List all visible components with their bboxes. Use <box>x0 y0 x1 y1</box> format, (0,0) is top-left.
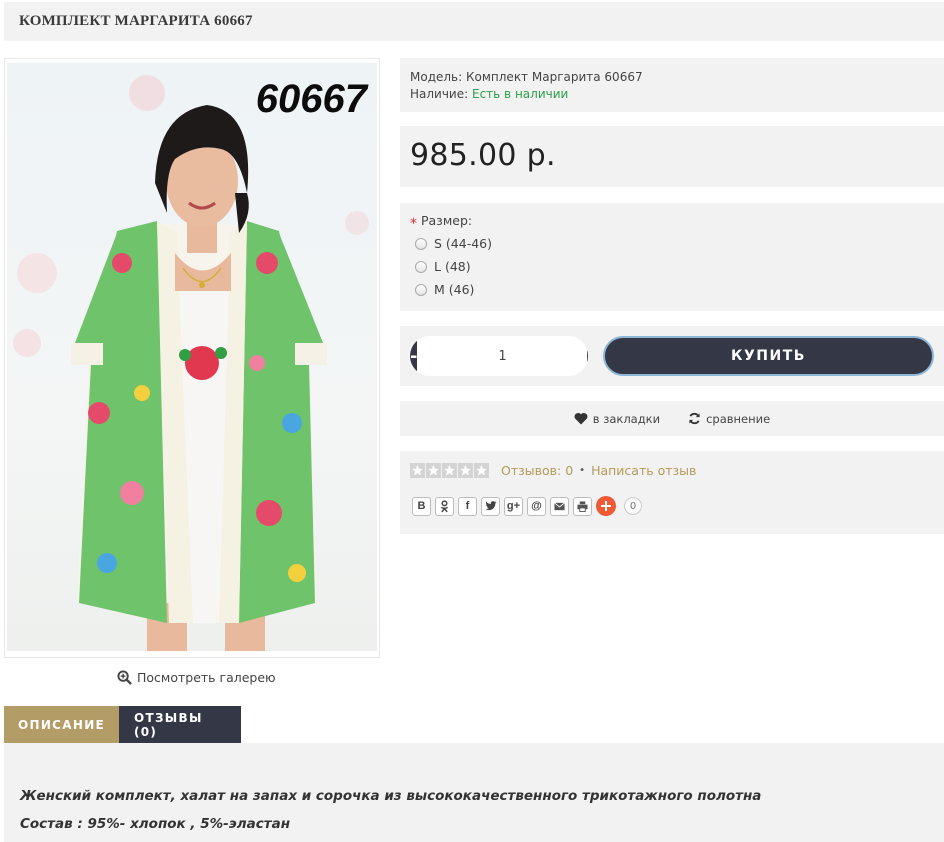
quantity-increase-button[interactable]: + <box>587 336 588 376</box>
compare-label: сравнение <box>706 411 771 426</box>
size-label: Размер: <box>420 213 473 228</box>
refresh-icon <box>689 412 700 425</box>
plus-icon <box>601 501 611 511</box>
rating-row: Отзывов: 0 • Написать отзыв <box>410 463 934 478</box>
size-options-panel: * Размер: S (44-46) L (48) M (46) <box>400 203 944 311</box>
product-photo[interactable]: 60667 <box>7 63 377 651</box>
title-bar: КОМПЛЕКТ МАРГАРИТА 60667 <box>4 2 944 41</box>
star-icon <box>442 463 457 478</box>
ok-share-button[interactable] <box>435 496 454 516</box>
size-option-l[interactable]: L (48) <box>410 258 934 275</box>
model-label: Модель: <box>410 70 463 84</box>
mailru-share-button[interactable]: @ <box>527 496 546 516</box>
reviews-share-panel: Отзывов: 0 • Написать отзыв В f g+ @ 0 <box>400 451 944 534</box>
description-text: Женский комплект, халат на запах и сороч… <box>20 788 762 804</box>
wishlist-link[interactable]: в закладки <box>574 412 660 426</box>
tab-description[interactable]: ОПИСАНИЕ <box>4 706 119 743</box>
product-title: КОМПЛЕКТ МАРГАРИТА 60667 <box>19 13 253 29</box>
cart-panel: - + КУПИТЬ <box>400 326 944 386</box>
tab-reviews[interactable]: ОТЗЫВЫ (0) <box>119 706 241 743</box>
star-icon <box>458 463 473 478</box>
print-icon <box>577 500 588 512</box>
product-info-panel: Модель: Комплект Маргарита 60667 Наличие… <box>400 58 944 112</box>
ok-icon <box>440 499 449 512</box>
more-share-button[interactable] <box>596 496 616 516</box>
facebook-share-button[interactable]: f <box>458 496 477 516</box>
quantity-input[interactable] <box>417 336 588 376</box>
view-gallery-link[interactable]: Посмотреть галерею <box>117 670 276 685</box>
mail-icon <box>554 501 565 510</box>
size-option-label: S (44-46) <box>434 236 492 251</box>
separator-dot: • <box>579 465 586 476</box>
size-option-s[interactable]: S (44-46) <box>410 235 934 252</box>
print-button[interactable] <box>573 496 592 516</box>
model-value: Комплект Маргарита 60667 <box>466 70 643 84</box>
twitter-share-button[interactable] <box>481 496 500 516</box>
share-buttons: В f g+ @ 0 <box>410 496 934 516</box>
buy-button[interactable]: КУПИТЬ <box>603 336 934 376</box>
rating-stars <box>410 463 489 478</box>
price-panel: 985.00 р. <box>400 126 944 187</box>
description-panel: Женский комплект, халат на запах и сороч… <box>4 743 944 842</box>
vk-share-button[interactable]: В <box>412 496 431 516</box>
gplus-share-button[interactable]: g+ <box>504 496 523 516</box>
required-marker: * <box>410 216 417 232</box>
product-tabs: ОПИСАНИЕ ОТЗЫВЫ (0) <box>4 706 241 743</box>
zoom-icon <box>117 670 132 685</box>
size-radio[interactable] <box>415 260 427 273</box>
size-radio[interactable] <box>415 283 427 296</box>
product-illustration <box>13 75 369 651</box>
composition-text: Состав : 95%- хлопок , 5%-эластан <box>20 816 291 832</box>
model-row: Модель: Комплект Маргарита 60667 <box>410 69 934 86</box>
wishlist-label: в закладки <box>592 411 661 426</box>
star-icon <box>474 463 489 478</box>
size-radio[interactable] <box>415 237 427 250</box>
product-image-box[interactable]: 60667 <box>4 58 380 658</box>
product-price: 985.00 р. <box>410 138 556 173</box>
compare-link[interactable]: сравнение <box>688 412 770 426</box>
email-share-button[interactable] <box>550 496 569 516</box>
star-icon <box>426 463 441 478</box>
quantity-stepper: - + <box>410 336 588 376</box>
size-option-m[interactable]: M (46) <box>410 281 934 298</box>
share-count-badge: 0 <box>624 497 642 515</box>
wishlist-compare-panel: в закладки сравнение <box>400 401 944 436</box>
view-gallery-label: Посмотреть галерею <box>137 670 276 685</box>
stock-label: Наличие: <box>410 87 469 101</box>
size-option-label: M (46) <box>434 282 475 297</box>
size-label-row: * Размер: <box>410 213 934 232</box>
write-review-link[interactable]: Написать отзыв <box>591 463 696 478</box>
reviews-count-link[interactable]: Отзывов: 0 <box>501 463 573 478</box>
stock-status: Есть в наличии <box>472 87 569 101</box>
quantity-decrease-button[interactable]: - <box>410 336 418 376</box>
twitter-icon <box>485 501 496 511</box>
heart-icon <box>574 413 588 425</box>
size-option-label: L (48) <box>434 259 471 274</box>
stock-row: Наличие: Есть в наличии <box>410 86 934 103</box>
star-icon <box>410 463 425 478</box>
product-number-overlay: 60667 <box>255 77 367 121</box>
